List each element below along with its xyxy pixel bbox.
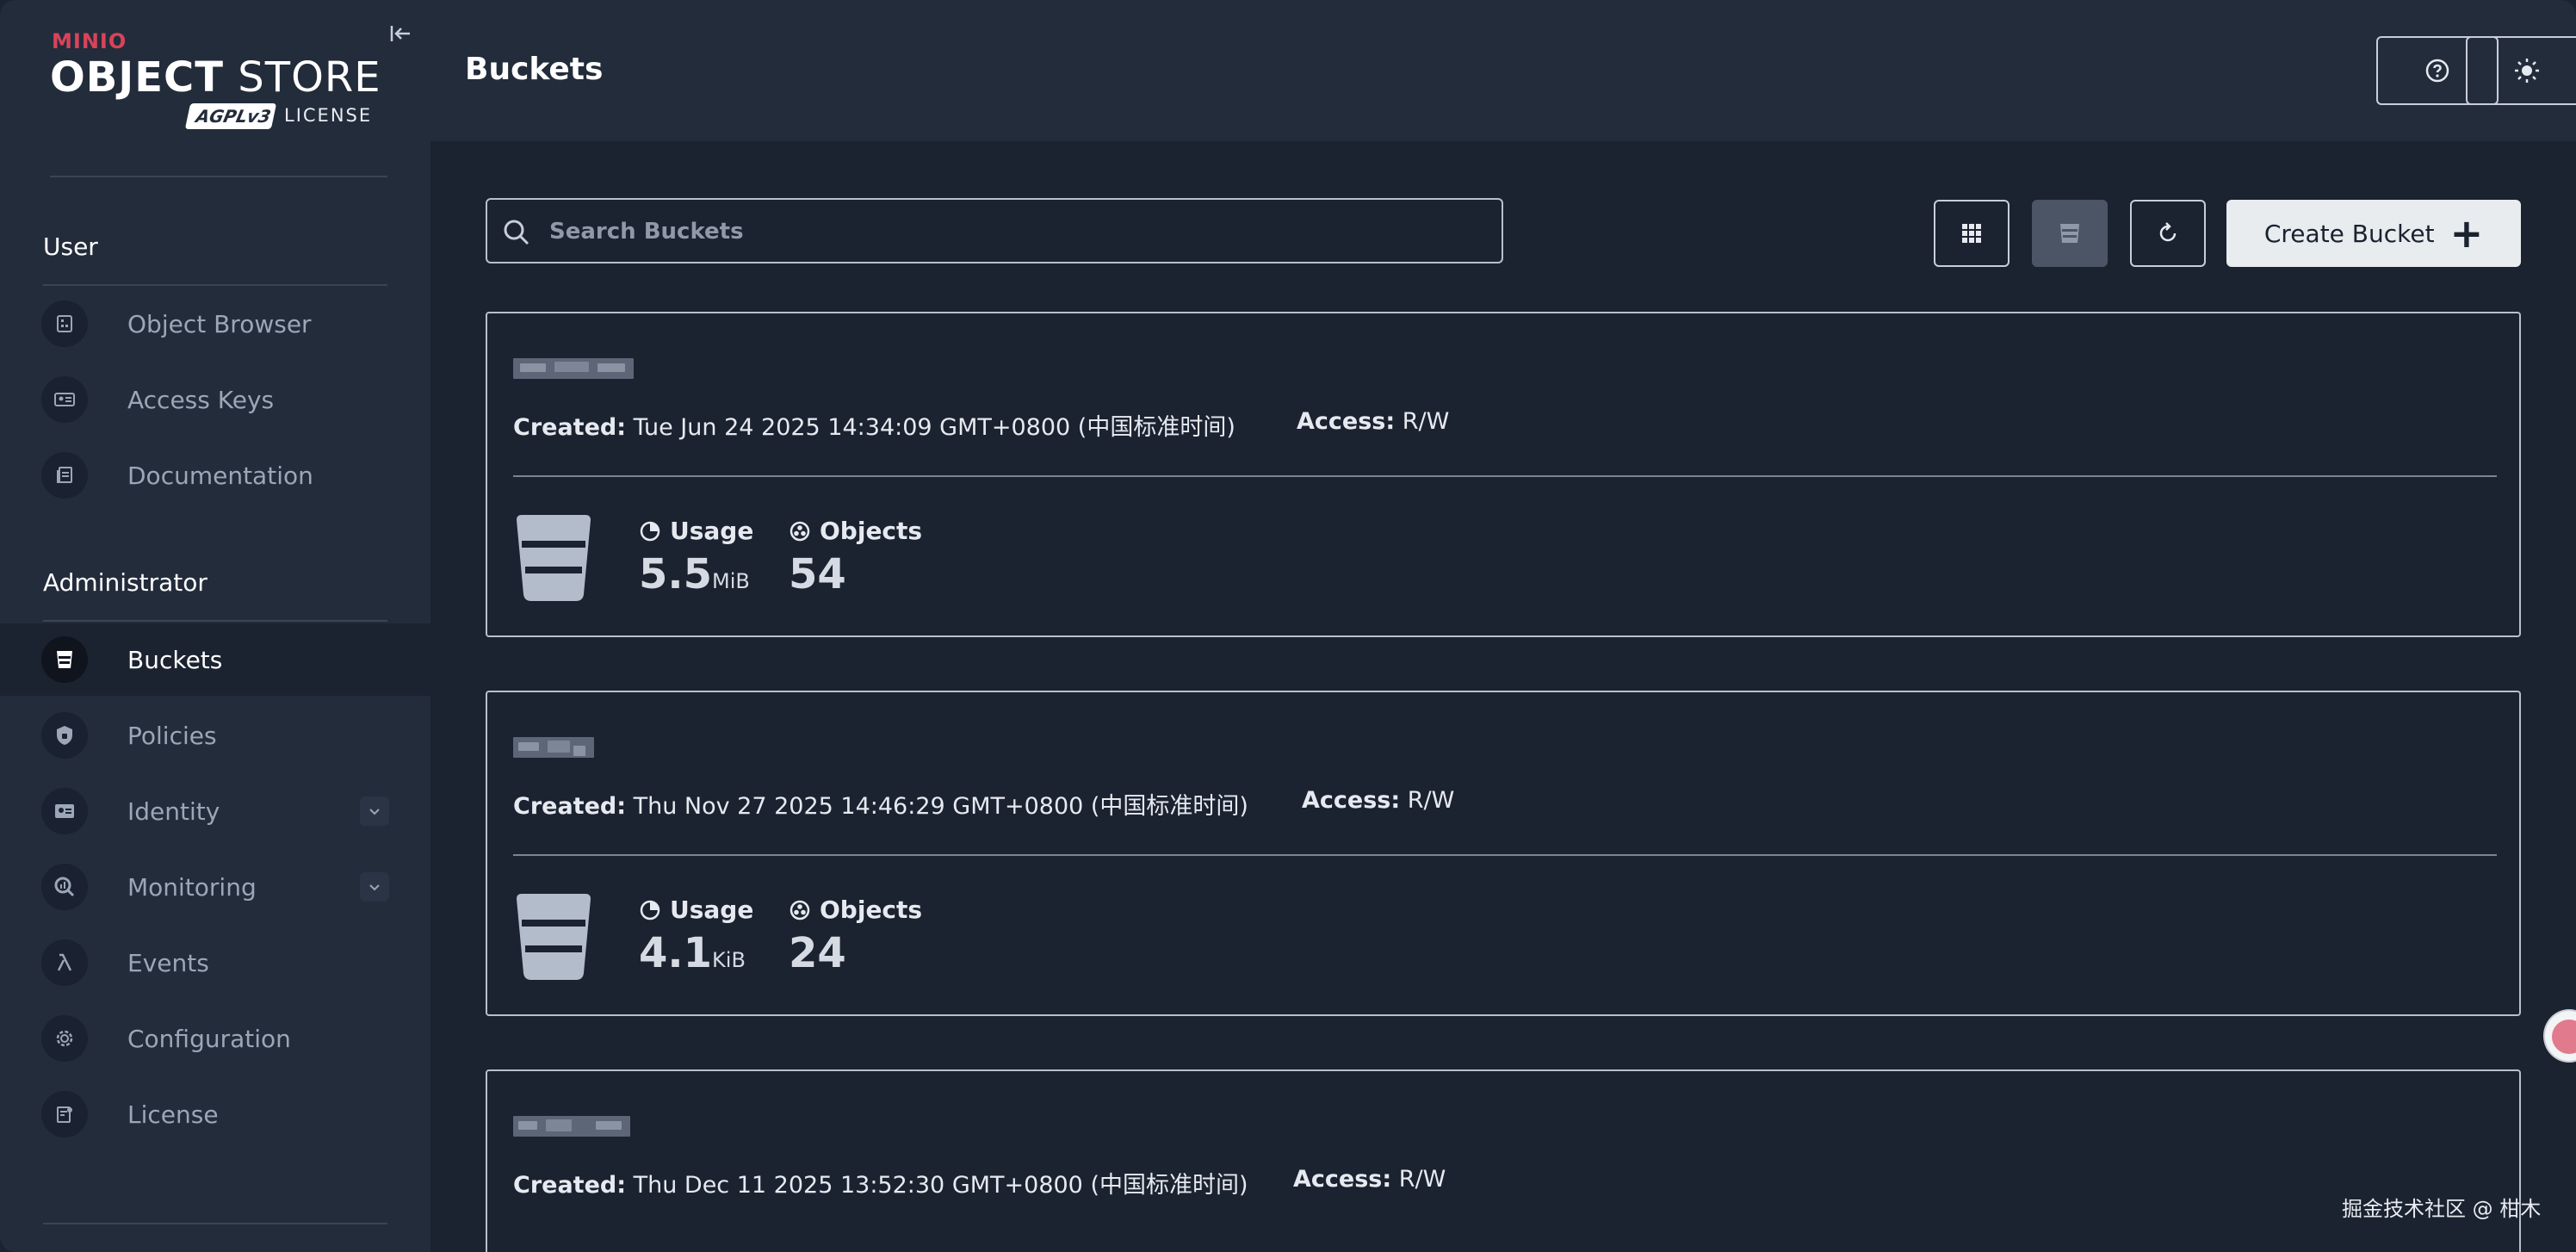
sidebar-item-monitoring[interactable]: Monitoring	[0, 851, 430, 923]
bucket-card[interactable]: Created: Thu Dec 11 2025 13:52:30 GMT+08…	[486, 1069, 2521, 1252]
grid-view-button[interactable]	[1934, 200, 2009, 267]
sidebar-item-policies[interactable]: Policies	[0, 699, 430, 772]
objects-stat: Objects 24	[789, 896, 923, 977]
sidebar-item-configuration[interactable]: Configuration	[0, 1002, 430, 1075]
page-header	[430, 0, 2576, 141]
list-view-icon	[2060, 224, 2079, 243]
plus-icon: +	[2449, 210, 2484, 257]
search-placeholder: Search Buckets	[549, 219, 744, 245]
bucket-name-redacted[interactable]	[513, 351, 642, 386]
sidebar-item-label: Configuration	[127, 1024, 291, 1053]
pie-chart-icon	[640, 521, 660, 541]
floating-assistant-button[interactable]	[2543, 1009, 2576, 1063]
sidebar-item-label: Documentation	[127, 461, 313, 490]
bucket-name-redacted[interactable]	[513, 730, 642, 765]
search-input[interactable]: Search Buckets	[486, 198, 1503, 263]
bucket-created: Created: Tue Jun 24 2025 14:34:09 GMT+08…	[513, 414, 1235, 441]
sun-icon	[2515, 59, 2539, 83]
usage-stat: Usage 5.5MiB	[639, 517, 754, 598]
minio-logo[interactable]: MINIO OBJECT STORE AGPLv3 LICENSE	[50, 29, 386, 133]
identity-icon	[41, 788, 88, 834]
collapse-sidebar-icon[interactable]	[387, 21, 413, 46]
create-bucket-button[interactable]: Create Bucket +	[2226, 200, 2521, 267]
objects-icon	[790, 521, 810, 541]
bucket-created: Created: Thu Nov 27 2025 14:46:29 GMT+08…	[513, 793, 1248, 820]
sidebar-item-label: Events	[127, 948, 209, 977]
user-section-title: User	[43, 232, 98, 261]
sidebar-item-label: Access Keys	[127, 385, 275, 414]
sidebar-item-label: Object Browser	[127, 309, 312, 338]
pie-chart-icon	[640, 900, 660, 920]
minio-wordmark: MINIO	[52, 29, 127, 53]
bucket-card[interactable]: Created: Tue Jun 24 2025 14:34:09 GMT+08…	[486, 312, 2521, 637]
card-divider	[513, 854, 2497, 856]
sidebar-item-label: Policies	[127, 721, 217, 750]
sidebar-divider	[43, 620, 387, 622]
bucket-access: Access: R/W	[1297, 408, 1450, 435]
bucket-icon	[517, 515, 591, 601]
monitoring-icon	[41, 864, 88, 910]
license-icon	[41, 1091, 88, 1137]
sidebar-item-events[interactable]: Events	[0, 927, 430, 999]
search-icon	[504, 220, 529, 245]
sidebar-divider	[50, 176, 387, 177]
lambda-icon	[41, 939, 88, 986]
usage-stat: Usage 4.1KiB	[639, 896, 754, 977]
chevron-down-icon[interactable]	[360, 796, 389, 826]
theme-toggle-button[interactable]	[2466, 36, 2576, 105]
documentation-icon	[41, 452, 88, 499]
bucket-name-redacted[interactable]	[513, 1109, 642, 1144]
assistant-icon	[2552, 1020, 2576, 1054]
sidebar-item-documentation[interactable]: Documentation	[0, 439, 430, 511]
sidebar-item-label: License	[127, 1100, 219, 1129]
bucket-card[interactable]: Created: Thu Nov 27 2025 14:46:29 GMT+08…	[486, 691, 2521, 1016]
administrator-section-title: Administrator	[43, 568, 207, 597]
grid-view-icon	[1962, 224, 1981, 243]
watermark: 掘金技术社区 @ 柑木	[2342, 1197, 2542, 1221]
sidebar-divider	[43, 284, 387, 286]
sidebar-item-label: Monitoring	[127, 872, 257, 902]
sidebar-item-license[interactable]: License	[0, 1078, 430, 1150]
agpl-badge: AGPLv3	[184, 103, 277, 129]
create-bucket-label: Create Bucket	[2263, 219, 2435, 248]
refresh-button[interactable]	[2130, 200, 2206, 267]
product-name: OBJECT STORE	[50, 53, 381, 102]
refresh-icon	[2159, 222, 2177, 242]
object-browser-icon	[41, 301, 88, 347]
sidebar: MINIO OBJECT STORE AGPLv3 LICENSE User O…	[0, 0, 430, 1252]
bucket-created: Created: Thu Dec 11 2025 13:52:30 GMT+08…	[513, 1172, 1248, 1199]
help-icon	[2425, 59, 2449, 83]
sidebar-item-access-keys[interactable]: Access Keys	[0, 363, 430, 436]
sidebar-item-label: Identity	[127, 796, 220, 826]
sidebar-item-object-browser[interactable]: Object Browser	[0, 288, 430, 360]
app-window: MINIO OBJECT STORE AGPLv3 LICENSE User O…	[0, 0, 2576, 1252]
bucket-access: Access: R/W	[1302, 787, 1455, 814]
page-title: Buckets	[465, 52, 604, 87]
bucket-access: Access: R/W	[1293, 1166, 1446, 1193]
sidebar-item-label: Buckets	[127, 645, 223, 674]
bucket-icon	[517, 894, 591, 980]
product-name-bold: OBJECT	[50, 53, 225, 102]
policies-icon	[41, 712, 88, 759]
chevron-down-icon[interactable]	[360, 872, 389, 902]
objects-icon	[790, 900, 810, 920]
bucket-icon	[41, 636, 88, 683]
sidebar-divider	[43, 1223, 387, 1224]
list-view-button[interactable]	[2032, 200, 2108, 267]
card-divider	[513, 475, 2497, 477]
product-name-thin: STORE	[238, 53, 381, 102]
sidebar-item-buckets[interactable]: Buckets	[0, 623, 430, 696]
sidebar-item-identity[interactable]: Identity	[0, 775, 430, 847]
access-keys-icon	[41, 376, 88, 423]
license-tag: LICENSE	[284, 105, 373, 126]
gear-icon	[41, 1015, 88, 1062]
objects-stat: Objects 54	[789, 517, 923, 598]
